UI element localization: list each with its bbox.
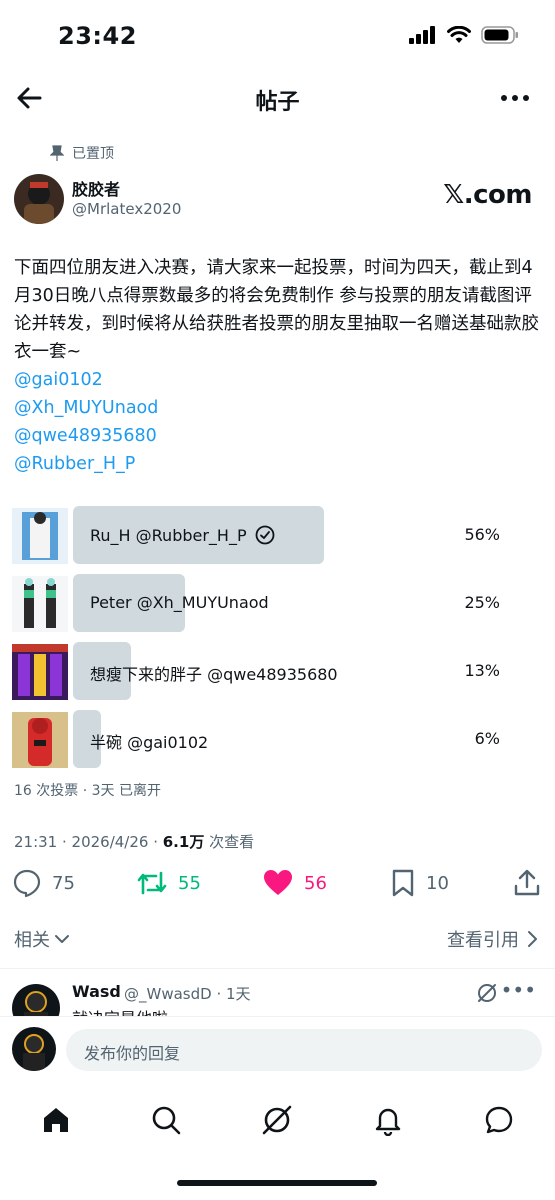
- action-bar: 75 55 56 10: [12, 868, 542, 904]
- divider: [0, 968, 555, 969]
- tab-grok[interactable]: [257, 1100, 297, 1140]
- mention-link[interactable]: @qwe48935680: [14, 422, 544, 450]
- poll-option-image: [12, 508, 68, 564]
- poll-meta: 16 次投票 · 3天 已离开: [14, 783, 161, 799]
- more-options-button[interactable]: [499, 84, 531, 112]
- battery-icon: [481, 26, 518, 44]
- poll-percent: 13%: [464, 661, 500, 680]
- tab-messages[interactable]: [479, 1100, 519, 1140]
- quotes-label: 查看引用: [447, 930, 519, 951]
- related-link[interactable]: 相关: [14, 926, 70, 952]
- poll: Ru_H @Rubber_H_P 56% Peter @Xh_MUYUnaod …: [12, 506, 532, 778]
- mention-link[interactable]: @Xh_MUYUnaod: [14, 394, 544, 422]
- poll-percent: 25%: [464, 593, 500, 612]
- poll-option-text: 半碗 @gai0102: [90, 733, 209, 752]
- status-time: 23:42: [58, 22, 137, 50]
- related-label: 相关: [14, 930, 50, 951]
- reply-more-button[interactable]: •••: [501, 978, 536, 1002]
- mention-link[interactable]: @Rubber_H_P: [14, 450, 544, 478]
- poll-option-image: [12, 712, 68, 768]
- page-title: 帖子: [255, 90, 300, 115]
- poll-option-label: 半碗 @gai0102: [90, 729, 208, 753]
- grok-icon: [262, 1105, 292, 1135]
- tab-search[interactable]: [146, 1100, 186, 1140]
- reply-item[interactable]: Wasd @_WwasdD · 1天 就决定是他啦 •••: [12, 978, 542, 1018]
- bottom-tab-bar: [0, 1092, 555, 1148]
- user-avatar: [12, 1027, 56, 1071]
- poll-option-label: 想瘦下来的胖子 @qwe48935680: [90, 661, 338, 685]
- share-button[interactable]: [512, 868, 542, 898]
- repost-count: 55: [178, 872, 201, 894]
- more-icon: [501, 95, 529, 101]
- views-label: 次查看: [204, 833, 255, 851]
- reply-avatar[interactable]: [12, 984, 60, 1018]
- post-text: 下面四位朋友进入决赛，请大家来一起投票，时间为四天，截止到4月30日晚八点得票数…: [14, 254, 544, 478]
- bookmark-count: 10: [426, 872, 449, 894]
- pinned-label: 已置顶: [72, 146, 114, 162]
- reply-input[interactable]: 发布你的回复: [66, 1029, 542, 1071]
- signal-icon: [409, 26, 435, 44]
- home-indicator: [177, 1180, 377, 1186]
- heart-icon: [264, 870, 292, 895]
- check-circle-icon: [255, 525, 275, 545]
- status-icons: [409, 26, 519, 44]
- reply-author-handle[interactable]: @_WwasdD · 1天: [124, 983, 251, 1004]
- chat-icon: [485, 1106, 513, 1134]
- reply-icon: [13, 869, 41, 898]
- nav-bar: 帖子: [0, 74, 555, 122]
- view-quotes-link[interactable]: 查看引用: [447, 926, 539, 952]
- poll-option-text: Peter @Xh_MUYUnaod: [90, 593, 269, 612]
- grok-icon: [478, 984, 496, 1002]
- like-count: 56: [304, 872, 327, 894]
- timestamp-time: 21:31 · 2026/4/26 ·: [14, 833, 163, 851]
- grok-button[interactable]: [476, 982, 498, 1008]
- poll-option-label: Ru_H @Rubber_H_P: [90, 525, 275, 545]
- author-handle[interactable]: @Mrlatex2020: [72, 200, 181, 218]
- repost-button[interactable]: 55: [136, 868, 201, 898]
- author-avatar[interactable]: [14, 174, 64, 224]
- poll-option-image: [12, 644, 68, 700]
- chevron-down-icon: [55, 935, 69, 943]
- tab-home[interactable]: [36, 1100, 76, 1140]
- author-name[interactable]: 胶胶者: [72, 176, 120, 200]
- poll-option[interactable]: 想瘦下来的胖子 @qwe48935680 13%: [12, 642, 532, 700]
- wifi-icon: [447, 26, 471, 43]
- post-author: 胶胶者 @Mrlatex2020 𝕏.com: [14, 170, 544, 226]
- x-com-badge: 𝕏.com: [443, 180, 532, 210]
- poll-option[interactable]: Peter @Xh_MUYUnaod 25%: [12, 574, 532, 632]
- bookmark-icon: [392, 869, 414, 897]
- poll-option[interactable]: Ru_H @Rubber_H_P 56%: [12, 506, 532, 564]
- poll-option-text: Ru_H @Rubber_H_P: [90, 525, 247, 545]
- repost-icon: [137, 871, 167, 895]
- pinned-indicator: 已置顶: [50, 143, 114, 163]
- poll-option-label: Peter @Xh_MUYUnaod: [90, 593, 269, 612]
- post-text-content: 下面四位朋友进入决赛，请大家来一起投票，时间为四天，截止到4月30日晚八点得票数…: [14, 258, 539, 362]
- reply-button[interactable]: 75: [12, 868, 75, 898]
- poll-percent: 6%: [474, 729, 500, 748]
- chevron-right-icon: [528, 931, 537, 947]
- avatar-image: [14, 174, 64, 224]
- pin-icon: [50, 145, 64, 161]
- post-timestamp: 21:31 · 2026/4/26 · 6.1万 次查看: [14, 831, 254, 852]
- reply-count: 75: [52, 872, 75, 894]
- search-icon: [152, 1106, 181, 1135]
- bookmark-button[interactable]: 10: [390, 868, 449, 898]
- poll-option-image: [12, 576, 68, 632]
- poll-option[interactable]: 半碗 @gai0102 6%: [12, 710, 532, 768]
- share-icon: [514, 869, 540, 896]
- reply-author-name[interactable]: Wasd: [72, 982, 121, 1001]
- tab-notifications[interactable]: [368, 1100, 408, 1140]
- status-bar: 23:42: [0, 0, 555, 70]
- bell-icon: [375, 1108, 401, 1136]
- views-count: 6.1万: [162, 833, 205, 851]
- poll-percent: 56%: [464, 525, 500, 544]
- reply-composer: 发布你的回复: [0, 1016, 555, 1082]
- home-icon: [44, 1108, 68, 1132]
- mention-link[interactable]: @gai0102: [14, 366, 544, 394]
- like-button[interactable]: 56: [262, 868, 327, 898]
- poll-option-text: 想瘦下来的胖子 @qwe48935680: [90, 665, 338, 684]
